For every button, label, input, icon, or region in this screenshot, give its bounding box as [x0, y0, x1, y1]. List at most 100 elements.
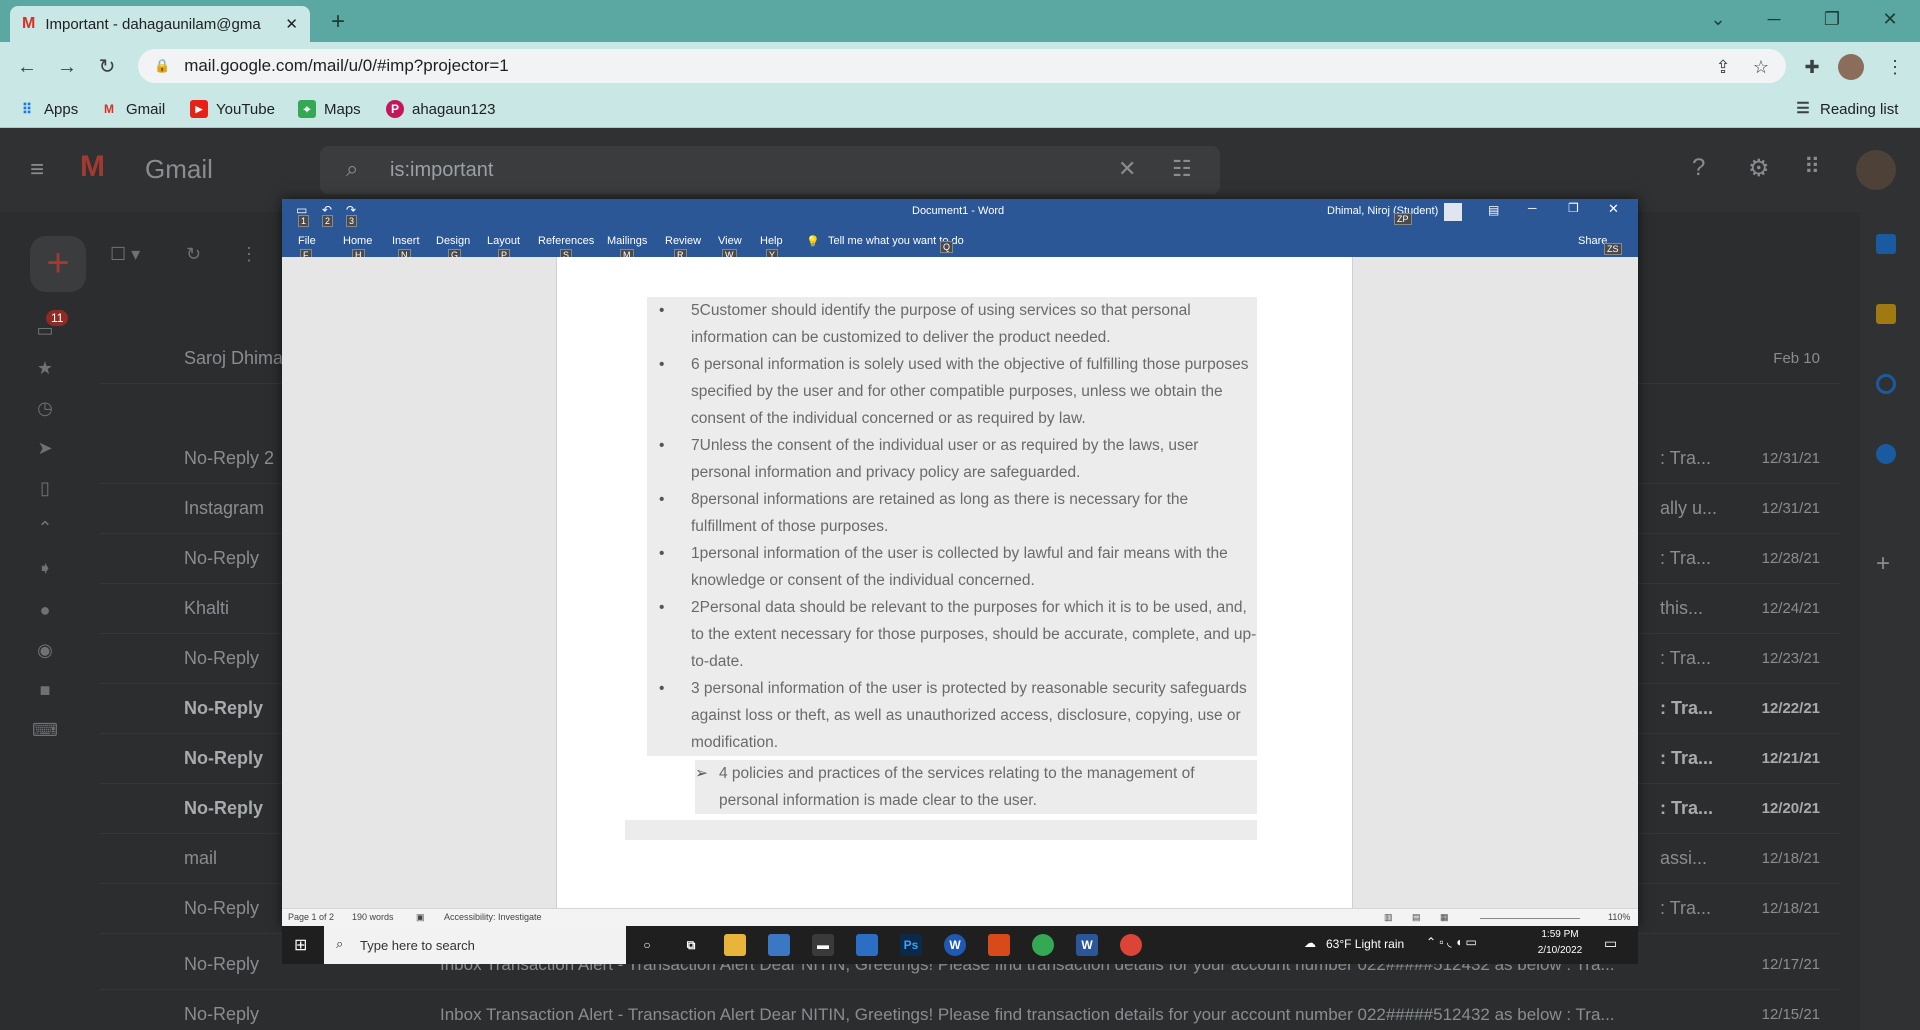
tab-references[interactable]: References: [538, 235, 594, 247]
share-button[interactable]: Share: [1578, 235, 1607, 247]
new-tab-button[interactable]: +: [320, 6, 356, 38]
bullet-item[interactable]: 8personal informations are retained as l…: [647, 486, 1257, 540]
taskbar-search-input[interactable]: ⌕ Type here to search: [324, 926, 626, 964]
photoshop-icon[interactable]: Ps: [900, 934, 922, 956]
web-layout-icon[interactable]: ▦: [1440, 912, 1449, 923]
edge-icon[interactable]: W: [944, 934, 966, 956]
settings-gear-icon[interactable]: ⚙: [1748, 154, 1770, 183]
read-mode-icon[interactable]: ▥: [1384, 912, 1393, 923]
mail-search-input[interactable]: is:important: [320, 146, 1220, 194]
zoom-slider[interactable]: [1480, 918, 1580, 919]
main-menu-icon[interactable]: ≡: [30, 156, 44, 184]
tab-view[interactable]: View: [718, 235, 742, 247]
tab-search-icon[interactable]: ⌄: [1690, 0, 1746, 40]
mail-icon[interactable]: [856, 934, 878, 956]
restore-button[interactable]: ❐: [1804, 0, 1860, 40]
collapse-icon[interactable]: ⌃: [30, 518, 60, 548]
word-close-button[interactable]: ✕: [1608, 201, 1619, 217]
word-restore-button[interactable]: ❐: [1568, 201, 1579, 215]
chat-icon[interactable]: ●: [30, 600, 60, 630]
bookmark-ahagaun[interactable]: Pahagaun123: [386, 96, 495, 122]
bullet-item[interactable]: 3 personal information of the user is pr…: [647, 675, 1257, 756]
ribbon-display-icon[interactable]: ▤: [1488, 203, 1499, 217]
help-icon[interactable]: ?: [1692, 154, 1705, 182]
menu-icon[interactable]: ⋮: [1880, 52, 1910, 82]
bullet-item[interactable]: 2Personal data should be relevant to the…: [647, 594, 1257, 675]
cortana-icon[interactable]: ○: [636, 934, 658, 956]
bookmark-gmail[interactable]: M Gmail: [100, 96, 165, 122]
document-page[interactable]: 5Customer should identify the purpose of…: [556, 257, 1353, 908]
google-apps-icon[interactable]: ⠿: [1804, 154, 1820, 180]
address-bar[interactable]: 🔒 mail.google.com/mail/u/0/#imp?projecto…: [138, 49, 1786, 83]
refresh-icon[interactable]: ↻: [186, 244, 201, 265]
word-icon[interactable]: W: [1076, 934, 1098, 956]
bullet-item[interactable]: 7Unless the consent of the individual us…: [647, 432, 1257, 486]
select-all-checkbox[interactable]: ☐ ▾: [110, 244, 140, 265]
reload-icon[interactable]: ↻: [92, 52, 122, 82]
bookmark-star-icon[interactable]: ☆: [1746, 52, 1776, 82]
tab-design[interactable]: Design: [436, 235, 470, 247]
sent-icon[interactable]: ➤: [30, 438, 60, 468]
windows-start-icon[interactable]: ⊞: [294, 935, 307, 955]
word-count[interactable]: 190 words: [352, 912, 394, 922]
reading-list[interactable]: ☰ Reading list: [1794, 96, 1898, 122]
more-icon[interactable]: ⋮: [240, 244, 258, 265]
file-explorer-icon[interactable]: [724, 934, 746, 956]
sub-bullet-item[interactable]: 4 policies and practices of the services…: [695, 760, 1257, 814]
back-icon[interactable]: ←: [12, 52, 42, 82]
chrome-profile-icon[interactable]: [1120, 934, 1142, 956]
tab-help[interactable]: Help: [760, 235, 783, 247]
zoom-level[interactable]: 110%: [1608, 912, 1630, 922]
contacts-icon[interactable]: [1876, 444, 1896, 464]
tab-mailings[interactable]: Mailings: [607, 235, 647, 247]
account-avatar[interactable]: [1856, 150, 1896, 190]
proofing-icon[interactable]: ▣: [416, 912, 425, 923]
drafts-icon[interactable]: ▯: [30, 478, 60, 508]
search-options-icon[interactable]: ☷: [1172, 156, 1192, 182]
minimize-button[interactable]: ─: [1746, 0, 1802, 40]
bookmark-youtube[interactable]: ▶ YouTube: [190, 96, 275, 122]
clock-time[interactable]: 1:59 PM: [1532, 929, 1588, 940]
tab-file[interactable]: File: [298, 235, 316, 247]
starred-icon[interactable]: ★: [30, 358, 60, 388]
terminal-icon[interactable]: ▬: [812, 934, 834, 956]
bookmark-apps[interactable]: ⠿ Apps: [18, 96, 78, 122]
chrome-icon[interactable]: [1032, 934, 1054, 956]
clear-search-icon[interactable]: ✕: [1118, 156, 1136, 182]
word-minimize-button[interactable]: ─: [1528, 201, 1537, 215]
video-icon[interactable]: ■: [30, 680, 60, 710]
share-icon[interactable]: ⇪: [1708, 52, 1738, 82]
user-avatar[interactable]: [1444, 203, 1462, 221]
search-icon[interactable]: ⌕: [346, 156, 358, 182]
accessibility-status[interactable]: Accessibility: Investigate: [444, 912, 542, 922]
document-body[interactable]: 5Customer should identify the purpose of…: [625, 297, 1257, 840]
keep-icon[interactable]: [1876, 304, 1896, 324]
bookmark-maps[interactable]: ⌖ Maps: [298, 96, 361, 122]
page-count[interactable]: Page 1 of 2: [288, 912, 334, 922]
forward-icon[interactable]: →: [52, 52, 82, 82]
close-tab-icon[interactable]: ✕: [285, 15, 298, 33]
empty-paragraph[interactable]: [625, 820, 1257, 840]
mail-row[interactable]: No-Reply Inbox Transaction Alert - Transa…: [100, 990, 1840, 1030]
tab-insert[interactable]: Insert: [392, 235, 420, 247]
bullet-item[interactable]: 6 personal information is solely used wi…: [647, 351, 1257, 432]
profile-avatar[interactable]: [1838, 54, 1864, 80]
store-icon[interactable]: [768, 934, 790, 956]
close-window-button[interactable]: ✕: [1862, 0, 1918, 40]
add-addon-icon[interactable]: +: [1876, 550, 1890, 578]
print-layout-icon[interactable]: ▤: [1412, 912, 1421, 923]
tasks-icon[interactable]: [1876, 374, 1896, 394]
weather-text[interactable]: 63°F Light rain: [1326, 937, 1404, 951]
tab-review[interactable]: Review: [665, 235, 701, 247]
inbox-icon[interactable]: ▭: [30, 320, 60, 350]
browser-tab[interactable]: M Important - dahagaunilam@gma ✕: [10, 6, 310, 42]
label-icon[interactable]: ➧: [30, 558, 60, 588]
keyboard-icon[interactable]: ⌨: [30, 720, 60, 750]
weather-icon[interactable]: ☁: [1304, 936, 1316, 950]
bullet-item[interactable]: 5Customer should identify the purpose of…: [647, 297, 1257, 351]
calendar-icon[interactable]: [1876, 234, 1896, 254]
task-view-icon[interactable]: ⧉: [680, 934, 702, 956]
clock-date[interactable]: 2/10/2022: [1532, 945, 1588, 956]
extensions-icon[interactable]: ✚: [1797, 52, 1827, 82]
bullet-item[interactable]: 1personal information of the user is col…: [647, 540, 1257, 594]
